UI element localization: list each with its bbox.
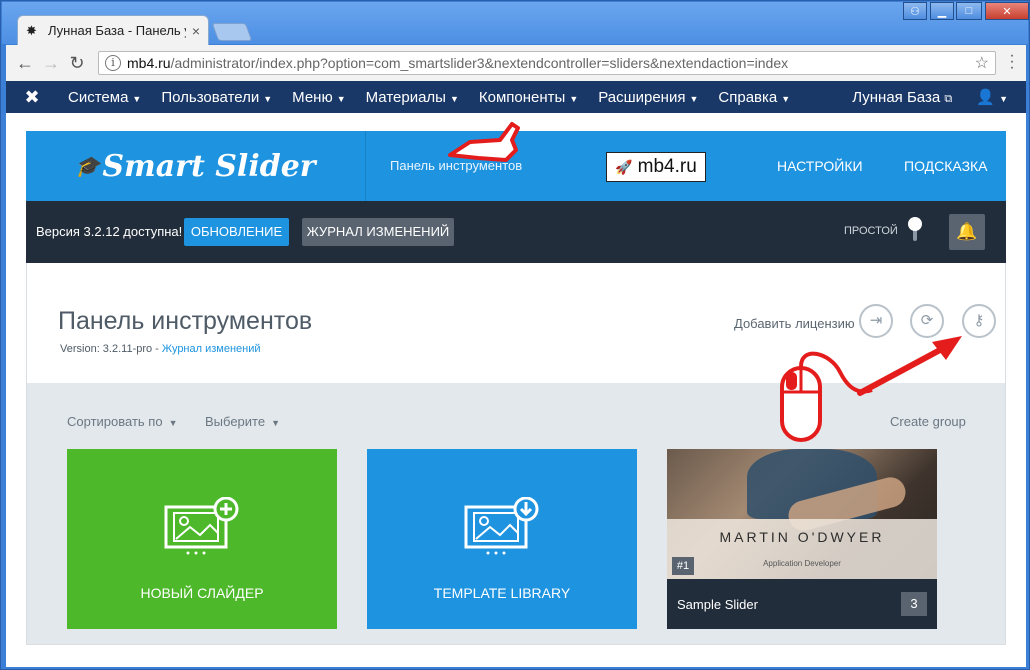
new-slider-label: НОВЫЙ СЛАЙДЕР bbox=[140, 585, 264, 601]
version-text: Version: 3.2.11-pro - bbox=[60, 343, 162, 355]
browser-toolbar: ← → ↻ i mb4.ru /administrator/index.php?… bbox=[6, 45, 1026, 81]
changelog-link[interactable]: Журнал изменений bbox=[162, 343, 261, 355]
reload-icon[interactable]: ↻ bbox=[64, 53, 90, 74]
sample-slider-title: Sample Slider bbox=[677, 597, 758, 612]
update-button[interactable]: ОБНОВЛЕНИЕ bbox=[184, 218, 289, 246]
tab-title: Лунная База - Панель у bbox=[48, 23, 186, 38]
caret-down-icon: ▼ bbox=[271, 418, 280, 428]
mode-toggle[interactable] bbox=[908, 217, 922, 241]
info-icon[interactable]: i bbox=[105, 55, 121, 71]
help-link[interactable]: ПОДСКАЗКА bbox=[904, 131, 988, 201]
caret-down-icon: ▼ bbox=[781, 93, 791, 104]
slide-count-badge: 3 bbox=[901, 592, 927, 616]
notifications-bell-icon[interactable]: 🔔 bbox=[949, 214, 985, 250]
window-maximize-button[interactable]: □ bbox=[956, 2, 982, 20]
user-menu-icon[interactable]: 👤 ▼ bbox=[964, 88, 1026, 106]
thumbnail-role: Application Developer bbox=[763, 559, 841, 568]
key-icon[interactable]: ⚷ bbox=[962, 304, 996, 338]
nav-right: Лунная База ⧉ 👤 ▼ bbox=[840, 81, 1026, 113]
version-line: Version: 3.2.11-pro - Журнал изменений bbox=[60, 343, 261, 355]
joomla-admin-nav: ✖ Система ▼ Пользователи ▼ Меню ▼ Материалы… bbox=[6, 81, 1026, 113]
sort-dropdown[interactable]: Сортировать по ▼ bbox=[67, 414, 177, 429]
site-name: Лунная База bbox=[852, 88, 941, 106]
nav-menus[interactable]: Меню ▼ bbox=[282, 89, 355, 106]
template-library-card[interactable]: TEMPLATE LIBRARY bbox=[367, 449, 637, 629]
external-link-icon: ⧉ bbox=[944, 92, 953, 105]
refresh-icon[interactable]: ⟳ bbox=[910, 304, 944, 338]
bookmark-star-icon[interactable]: ☆ bbox=[975, 53, 989, 73]
nav-label: Материалы bbox=[365, 88, 446, 106]
caret-down-icon: ▼ bbox=[689, 93, 699, 104]
url-host: mb4.ru bbox=[127, 55, 171, 71]
nav-users[interactable]: Пользователи ▼ bbox=[151, 89, 282, 106]
mode-label: ПРОСТОЙ bbox=[844, 225, 898, 237]
caret-down-icon: ▼ bbox=[449, 93, 459, 104]
nav-label: Система bbox=[68, 88, 129, 106]
download-template-icon bbox=[464, 497, 539, 555]
thumbnail-band bbox=[667, 519, 937, 579]
caret-down-icon: ▼ bbox=[168, 418, 178, 428]
browser-window: ✸ Лунная База - Панель у × ⚇ ▁ □ ✕ ← → ↻… bbox=[0, 0, 1030, 670]
tab-dashboard[interactable]: Панель инструментов bbox=[390, 131, 522, 201]
window-close-button[interactable]: ✕ bbox=[985, 2, 1029, 20]
nav-content[interactable]: Материалы ▼ bbox=[356, 89, 469, 106]
settings-link[interactable]: НАСТРОЙКИ bbox=[777, 131, 863, 201]
page-title: Панель инструментов bbox=[58, 307, 313, 335]
version-available-text: Версия 3.2.12 доступна! bbox=[36, 224, 183, 239]
nav-components[interactable]: Компоненты ▼ bbox=[469, 89, 588, 106]
new-tab-button[interactable] bbox=[211, 23, 253, 41]
version-bar: Версия 3.2.12 доступна! ОБНОВЛЕНИЕ ЖУРНА… bbox=[26, 201, 1006, 263]
toggle-knob bbox=[908, 217, 922, 231]
nav-label: Справка bbox=[718, 88, 778, 106]
thumbnail-name: MARTIN O'DWYER bbox=[719, 529, 885, 545]
smart-slider-header: 🎓 Smart Slider Панель инструментов 🚀 mb4.r… bbox=[26, 131, 1006, 201]
back-arrow-icon[interactable]: ← bbox=[12, 53, 38, 74]
nav-label: Расширения bbox=[598, 88, 686, 106]
changelog-button[interactable]: ЖУРНАЛ ИЗМЕНЕНИЙ bbox=[302, 218, 454, 246]
caret-down-icon: ▼ bbox=[569, 93, 579, 104]
window-minimize-button[interactable]: ▁ bbox=[930, 2, 954, 20]
sort-label: Сортировать по bbox=[67, 414, 163, 429]
caret-down-icon: ▼ bbox=[263, 93, 273, 104]
joomla-favicon-icon: ✸ bbox=[26, 22, 37, 38]
window-user-icon[interactable]: ⚇ bbox=[903, 2, 927, 20]
logo-text: Smart Slider bbox=[102, 148, 316, 184]
import-icon[interactable]: ⇥ bbox=[859, 304, 893, 338]
smart-slider-logo[interactable]: 🎓 Smart Slider bbox=[26, 131, 366, 201]
browser-tab[interactable]: ✸ Лунная База - Панель у × bbox=[17, 15, 209, 45]
nav-help[interactable]: Справка ▼ bbox=[708, 89, 800, 106]
url-path: /administrator/index.php?option=com_smar… bbox=[170, 55, 789, 71]
add-license-link[interactable]: Добавить лицензию bbox=[734, 316, 855, 331]
joomla-logo-icon[interactable]: ✖ bbox=[6, 87, 58, 108]
slider-number-badge: #1 bbox=[672, 557, 694, 575]
site-link[interactable]: Лунная База ⧉ bbox=[840, 89, 964, 106]
admin-page: 🎓 Smart Slider Панель инструментов 🚀 mb4.r… bbox=[6, 113, 1026, 667]
sliders-area: Сортировать по ▼ Выберите ▼ Create group Н… bbox=[26, 383, 1006, 645]
browser-menu-icon[interactable]: · · · bbox=[1004, 48, 1020, 76]
nav-label: Меню bbox=[292, 88, 333, 106]
tab-close-icon[interactable]: × bbox=[192, 23, 200, 39]
create-group-link[interactable]: Create group bbox=[890, 414, 966, 429]
sample-slider-thumbnail: MARTIN O'DWYER Application Developer #1 bbox=[667, 449, 937, 579]
nav-extensions[interactable]: Расширения ▼ bbox=[588, 89, 708, 106]
sample-slider-card[interactable]: MARTIN O'DWYER Application Developer #1 … bbox=[667, 449, 937, 629]
caret-down-icon: ▼ bbox=[336, 93, 346, 104]
nav-system[interactable]: Система ▼ bbox=[58, 89, 151, 106]
select-label: Выберите bbox=[205, 414, 266, 429]
template-library-label: TEMPLATE LIBRARY bbox=[433, 585, 571, 601]
forward-arrow-icon[interactable]: → bbox=[38, 53, 64, 74]
badge-text: mb4.ru bbox=[637, 156, 697, 177]
nav-label: Компоненты bbox=[478, 88, 566, 106]
add-slider-icon bbox=[164, 497, 239, 555]
mb4-watermark-badge: 🚀 mb4.ru bbox=[606, 152, 706, 182]
nav-label: Пользователи bbox=[161, 88, 260, 106]
dashboard-heading-area: Панель инструментов Version: 3.2.11-pro … bbox=[26, 263, 1006, 383]
new-slider-card[interactable]: НОВЫЙ СЛАЙДЕР bbox=[67, 449, 337, 629]
caret-down-icon: ▼ bbox=[132, 93, 142, 104]
rocket-icon: 🚀 bbox=[615, 158, 633, 175]
address-bar[interactable]: i mb4.ru /administrator/index.php?option… bbox=[98, 51, 996, 75]
select-dropdown[interactable]: Выберите ▼ bbox=[205, 414, 280, 429]
graduation-cap-icon: 🎓 bbox=[75, 154, 101, 178]
